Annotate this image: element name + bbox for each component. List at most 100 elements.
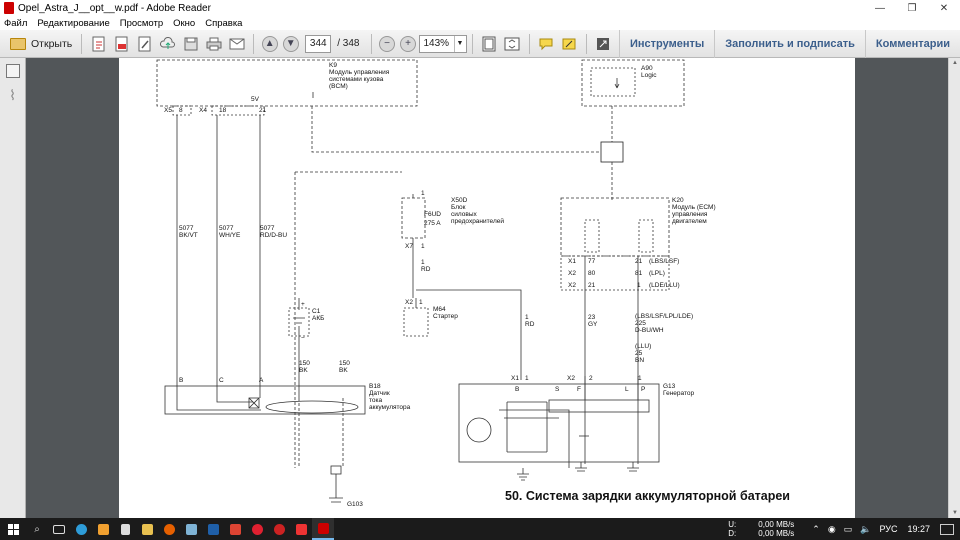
net-down-value: 0,00 MB/s (758, 529, 795, 538)
a90-module-box (581, 59, 685, 107)
rd1-color: RD (421, 266, 431, 273)
menu-file[interactable]: Файл (4, 18, 27, 29)
menu-view[interactable]: Просмотр (120, 18, 163, 29)
current-sensor-coil (265, 400, 359, 414)
document-view[interactable]: K9 Модуль управления системами кузова (B… (27, 58, 948, 518)
wire2-color: WH/YE (219, 232, 241, 239)
g13-code: G13 (663, 383, 676, 390)
search-icon[interactable]: ⌕ (26, 518, 48, 540)
net-down-label: D: (728, 529, 737, 538)
page-thumbnails-icon[interactable] (5, 64, 20, 78)
zoom-select[interactable]: 143% ▼ (418, 34, 467, 53)
export-pdf-icon[interactable] (113, 35, 131, 53)
minimize-button[interactable]: — (864, 0, 896, 16)
c1-code: C1 (312, 308, 321, 315)
bk150b-num: 150 (339, 360, 350, 367)
x50d-line2: силовых (451, 211, 477, 218)
x50d-pin-top: 1 (421, 190, 425, 197)
explorer-icon[interactable] (136, 518, 158, 540)
network-speed: U: 0,00 MB/s D: 0,00 MB/s (728, 520, 794, 538)
rd-starter-color: RD (525, 321, 535, 328)
menu-edit[interactable]: Редактирование (37, 18, 109, 29)
app-tray-icon[interactable]: ◉ (828, 524, 836, 535)
fuse-code: F6UD (424, 211, 441, 218)
wire3-color: RD/D-BU (260, 232, 287, 239)
scroll-mode-icon[interactable] (503, 35, 521, 53)
edit-pdf-icon[interactable] (136, 35, 154, 53)
opera-icon[interactable] (246, 518, 268, 540)
m64-name: Стартер (433, 313, 458, 320)
attachment-icon[interactable]: ⌇ (6, 88, 20, 102)
open-button[interactable]: Открыть (6, 34, 76, 54)
language-indicator[interactable]: РУС (879, 524, 897, 534)
fill-sign-tab[interactable]: Заполнить и подписать (714, 30, 865, 58)
wire3-num: 5077 (260, 225, 275, 232)
highlight-icon[interactable] (560, 35, 578, 53)
c1-plus: + (301, 301, 305, 308)
tools-tab[interactable]: Инструменты (618, 30, 714, 58)
k20-code: K20 (672, 197, 684, 204)
a90-code: A90 (641, 65, 653, 72)
comment-icon[interactable] (537, 35, 555, 53)
volume-icon[interactable]: 🔈 (860, 524, 871, 535)
m64-conn: X2 (405, 299, 413, 306)
save-icon[interactable] (182, 35, 200, 53)
k20-row2-conn: X2 (568, 270, 576, 277)
page-down-icon[interactable]: ▼ (282, 35, 299, 52)
windows-logo-icon (7, 523, 19, 535)
chevron-down-icon[interactable]: ▼ (453, 35, 466, 52)
k20-row2-right: 81 (635, 270, 643, 277)
create-pdf-icon[interactable] (90, 35, 108, 53)
restore-button[interactable]: ❐ (896, 0, 928, 16)
app-icon[interactable] (114, 518, 136, 540)
pdf-file-icon (4, 2, 14, 14)
expand-icon[interactable] (594, 35, 612, 53)
firefox-icon[interactable] (158, 518, 180, 540)
chevron-up-icon[interactable]: ⌃ (812, 524, 820, 535)
zoom-out-icon[interactable]: − (379, 35, 395, 52)
page-number-input[interactable]: 344 (305, 34, 332, 53)
fit-page-icon[interactable] (480, 35, 498, 53)
vertical-scrollbar[interactable]: ▲ ▼ (948, 58, 960, 518)
scroll-up-icon[interactable]: ▲ (949, 58, 960, 68)
rd-starter-num: 1 (525, 314, 529, 321)
k9-code: K9 (329, 62, 337, 69)
edge-icon[interactable] (70, 518, 92, 540)
sublime-icon[interactable] (92, 518, 114, 540)
start-button[interactable] (0, 518, 26, 540)
g13-x1-pin: 1 (525, 375, 529, 382)
bluetooth-app-icon[interactable] (202, 518, 224, 540)
clock[interactable]: 19:27 (907, 524, 930, 534)
fuse-rating: 275 A (424, 220, 441, 227)
k9-pin-8: 8 (179, 107, 183, 114)
gen-wire-variant: (LBS/LSF/LPL/LDE) (635, 313, 693, 320)
comments-tab[interactable]: Комментарии (864, 30, 960, 58)
acrobat-pinned-icon[interactable] (290, 518, 312, 540)
page-up-icon[interactable]: ▲ (261, 35, 278, 52)
game-app-icon[interactable] (268, 518, 290, 540)
k9-pin-21: 21 (259, 107, 267, 114)
right-panels: Инструменты Заполнить и подписать Коммен… (618, 30, 960, 58)
gateway-box (600, 141, 624, 163)
media-player-icon[interactable] (224, 518, 246, 540)
acrobat-running-icon[interactable] (312, 518, 334, 540)
network-icon[interactable]: ▭ (844, 524, 853, 535)
zoom-in-icon[interactable]: + (400, 35, 416, 52)
cloud-upload-icon[interactable] (159, 35, 177, 53)
email-icon[interactable] (228, 35, 246, 53)
toolbar-divider (81, 33, 83, 54)
a90-name: Logic (641, 72, 657, 79)
print-icon[interactable] (205, 35, 223, 53)
notepad-icon[interactable] (180, 518, 202, 540)
k20-row1-right: 21 (635, 258, 643, 265)
toolbar-divider (471, 33, 473, 54)
menu-window[interactable]: Окно (173, 18, 195, 29)
k9-name-line1: Модуль управления (329, 69, 390, 76)
close-button[interactable]: ✕ (928, 0, 960, 16)
x50d-line3: предохранителей (451, 217, 504, 225)
task-view-icon[interactable] (48, 518, 70, 540)
menu-help[interactable]: Справка (205, 18, 242, 29)
scroll-down-icon[interactable]: ▼ (949, 508, 960, 518)
notification-icon[interactable] (940, 523, 954, 535)
toolbar-divider (253, 33, 255, 54)
